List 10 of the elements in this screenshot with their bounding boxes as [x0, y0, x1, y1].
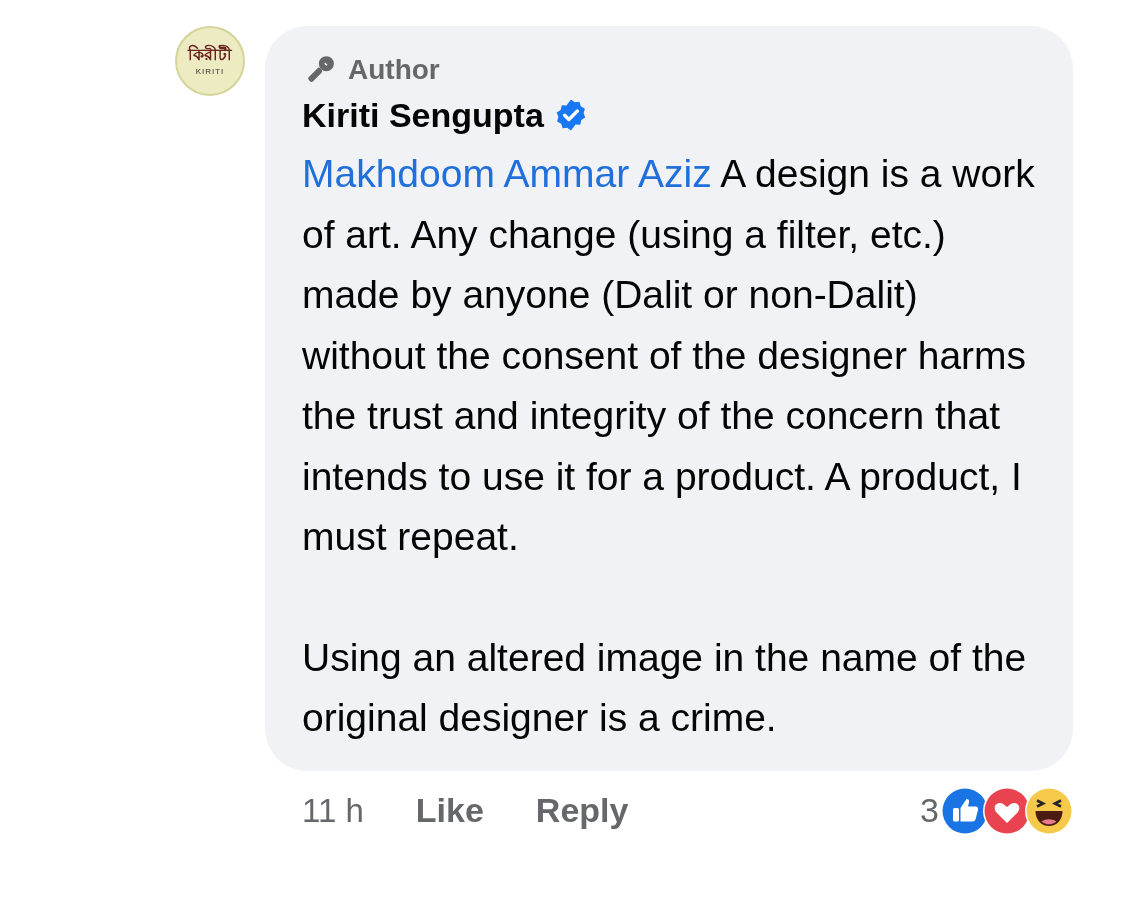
reaction-count[interactable]: 3 — [920, 791, 939, 830]
comment-text: Using an altered image in the name of the original designer is a crime. — [302, 634, 1028, 741]
comment-text: Makhdoom Ammar Aziz A design is a work of art. Any change (using a filter, etc.) made by anyone (Dalit or non-Dalit) without the consent of the designer harms the trust and integrity of the concern that intends to use it for a product. A product, I must repeat. — [302, 151, 1036, 560]
mention-link[interactable]: Makhdoom Ammar Aziz — [302, 152, 712, 195]
author-label: Author — [348, 54, 440, 86]
author-name[interactable]: Kiriti Sengupta — [302, 95, 544, 135]
avatar[interactable]: কিরীটী KIRITI — [175, 26, 245, 96]
action-link[interactable]: Like — [415, 791, 484, 830]
action-link[interactable]: Reply — [535, 791, 629, 830]
timestamp: 11 h — [302, 791, 364, 830]
